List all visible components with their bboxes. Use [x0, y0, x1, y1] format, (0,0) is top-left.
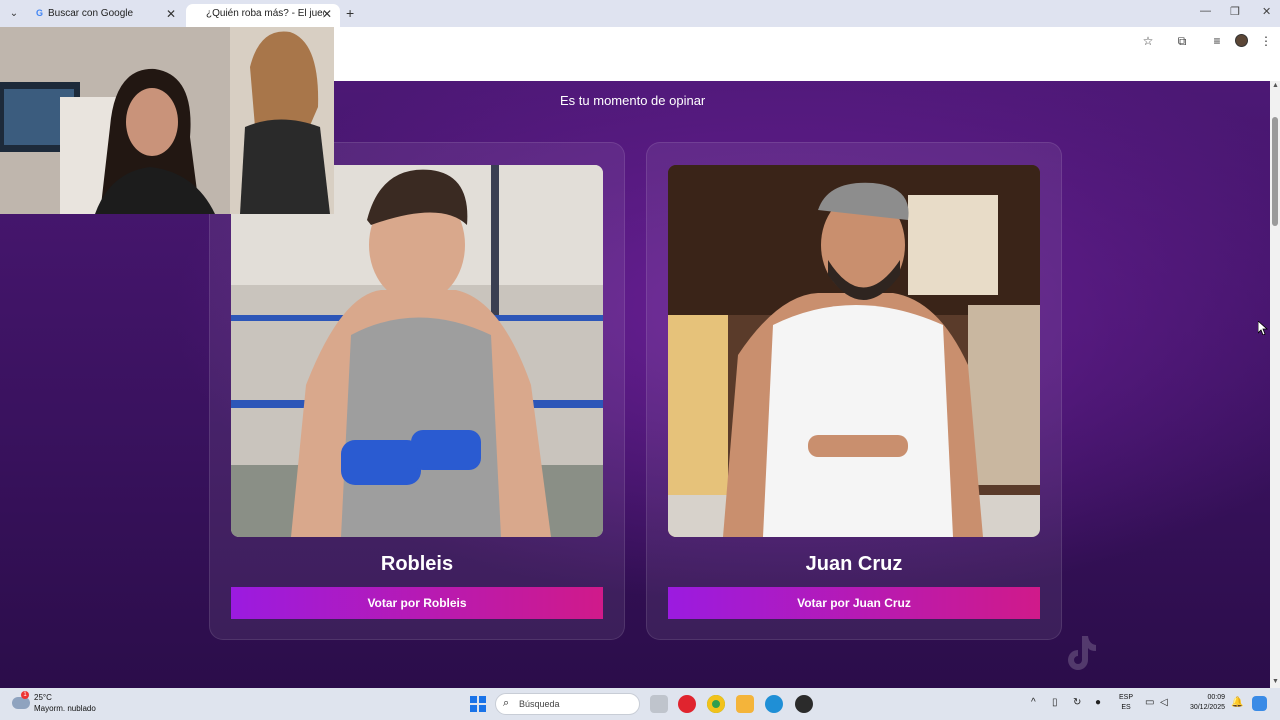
mouse-cursor-icon: [1258, 321, 1268, 335]
candidate-photo: [668, 165, 1040, 537]
scroll-down-icon[interactable]: ▼: [1272, 678, 1279, 685]
page-subtitle: Es tu momento de opinar: [560, 93, 706, 108]
copilot-icon[interactable]: [1252, 696, 1267, 711]
tray-sync-icon[interactable]: ↻: [1073, 697, 1081, 708]
tray-overflow-icon[interactable]: ^: [1031, 697, 1036, 708]
windows-taskbar: 1 25°C Mayorm. nublado ⌕ Búsqueda ^ ▯ ↻ …: [0, 688, 1280, 720]
taskbar-search-input[interactable]: ⌕ Búsqueda: [495, 693, 640, 715]
tab-google[interactable]: G Buscar con Google ✕: [26, 4, 184, 27]
task-view-icon[interactable]: [650, 695, 668, 713]
extensions-icon[interactable]: ⧉: [1174, 33, 1190, 49]
clock[interactable]: 00:09 30/12/2025: [1183, 693, 1225, 713]
candidate-name: Juan Cruz: [805, 553, 903, 575]
bookmark-star-icon[interactable]: ☆: [1140, 33, 1156, 49]
scrollbar-thumb[interactable]: [1272, 117, 1278, 226]
chrome-icon[interactable]: [707, 695, 725, 713]
candidate-card-juan-cruz: Juan Cruz Votar por Juan Cruz: [646, 142, 1062, 640]
notification-bell-icon[interactable]: 🔔: [1231, 697, 1243, 708]
scroll-up-icon[interactable]: ▲: [1272, 82, 1279, 89]
network-icon[interactable]: ▭: [1145, 697, 1154, 708]
profile-avatar[interactable]: [1235, 34, 1248, 47]
minimize-icon[interactable]: —: [1200, 5, 1211, 17]
language-indicator[interactable]: ESP ES: [1119, 693, 1133, 713]
weather-condition[interactable]: Mayorm. nublado: [34, 704, 96, 713]
opera-icon[interactable]: [678, 695, 696, 713]
microphone-icon[interactable]: ●: [1095, 697, 1101, 708]
tab-search-chevron-icon[interactable]: ⌄: [6, 6, 22, 22]
cloud-icon[interactable]: [12, 697, 30, 709]
search-placeholder: Búsqueda: [519, 699, 560, 709]
close-tab-icon[interactable]: ✕: [322, 4, 332, 24]
tray-device-icon[interactable]: ▯: [1052, 697, 1058, 708]
vote-robleis-button[interactable]: Votar por Robleis: [231, 587, 603, 619]
tab-title: ¿Quién roba más? - El juego qu: [206, 8, 324, 19]
tab-quien-roba[interactable]: ¿Quién roba más? - El juego qu ✕: [186, 4, 340, 27]
weather-badge: 1: [21, 691, 29, 699]
new-tab-icon[interactable]: +: [346, 5, 354, 21]
browser-tab-strip: ⌄ G Buscar con Google ✕ ¿Quién roba más?…: [0, 0, 1280, 27]
media-controls-icon[interactable]: ≡: [1209, 33, 1225, 49]
close-window-icon[interactable]: ✕: [1262, 5, 1271, 18]
candidate-photo: [231, 165, 603, 537]
more-menu-icon[interactable]: ⋮: [1258, 33, 1274, 49]
candidate-name: Robleis: [380, 553, 454, 575]
tab-title: Buscar con Google: [48, 8, 134, 19]
close-tab-icon[interactable]: ✕: [166, 4, 176, 24]
edge-icon[interactable]: [765, 695, 783, 713]
vote-juan-cruz-button[interactable]: Votar por Juan Cruz: [668, 587, 1040, 619]
volume-icon[interactable]: ◁: [1160, 697, 1168, 708]
file-explorer-icon[interactable]: [736, 695, 754, 713]
restore-icon[interactable]: ❐: [1230, 5, 1240, 18]
search-icon: ⌕: [503, 697, 510, 709]
windows-start-icon[interactable]: [470, 696, 486, 712]
tiktok-watermark-icon: [1068, 636, 1096, 670]
weather-temp[interactable]: 25°C: [34, 693, 52, 702]
app-icon[interactable]: [795, 695, 813, 713]
webcam-overlay: [0, 27, 334, 214]
candidate-card-robleis: Robleis Votar por Robleis: [209, 142, 625, 640]
google-icon: G: [35, 8, 43, 18]
